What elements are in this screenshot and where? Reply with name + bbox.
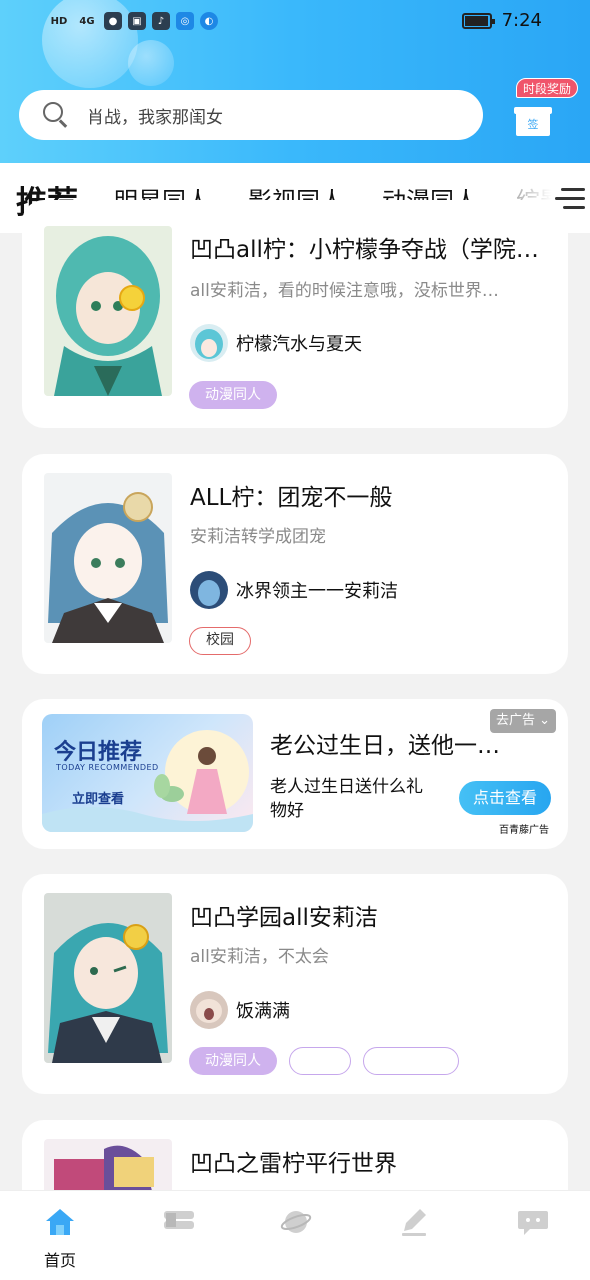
search-icon xyxy=(43,102,69,128)
chevron-down-icon: ⌄ xyxy=(539,713,551,728)
browser-icon: ◐ xyxy=(200,12,218,30)
ad-banner[interactable]: 今日推荐 TODAY RECOMMENDED 立即查看 xyxy=(42,714,253,832)
reward-badge: 时段奖励 xyxy=(516,78,579,98)
tag[interactable]: 动漫同人 xyxy=(189,381,277,409)
story-cover xyxy=(44,473,172,643)
signal-icon: 4G xyxy=(79,15,95,27)
ad-source: 百青藤广告 xyxy=(499,825,549,836)
story-desc: 安莉洁转学成团宠 xyxy=(190,527,326,547)
story-card[interactable]: 凹凸学园all安莉洁 all安莉洁，不太会 饭满满 动漫同人 xyxy=(22,874,568,1094)
music-icon: ♪ xyxy=(152,12,170,30)
tag-list: 动漫同人 xyxy=(189,1047,459,1075)
library-icon xyxy=(164,1211,194,1229)
story-desc: all安莉洁，看的时候注意哦，没标世界… xyxy=(190,281,499,301)
avatar xyxy=(190,571,228,609)
status-bar: HD 4G ● ▣ ♪ ◎ ◐ 7:24 xyxy=(0,0,590,44)
story-card[interactable]: 凹凸all柠：小柠檬争夺战（学院… all安莉洁，看的时候注意哦，没标世界… 柠… xyxy=(22,200,568,428)
ad-banner-button: 立即查看 xyxy=(72,792,125,807)
search-bar[interactable]: 肖战，我家那闺女 xyxy=(19,90,483,140)
author[interactable]: 柠檬汽水与夏天 xyxy=(190,324,362,362)
avatar xyxy=(190,324,228,362)
story-title: ALL柠：团宠不一般 xyxy=(190,485,393,511)
tag[interactable]: 动漫同人 xyxy=(189,1047,277,1075)
clock: 7:24 xyxy=(501,10,542,31)
nav-discover[interactable] xyxy=(266,1205,326,1265)
wechat-icon: ● xyxy=(104,12,122,30)
remove-ad-label: 去广告 xyxy=(496,713,536,728)
story-desc: all安莉洁，不太会 xyxy=(190,947,329,967)
nav-write[interactable] xyxy=(384,1205,444,1265)
nav-home[interactable]: 首页 xyxy=(30,1205,90,1270)
story-cover xyxy=(44,893,172,1063)
ad-title: 老公过生日，送他一… xyxy=(270,733,500,759)
ad-cta-button[interactable]: 点击查看 xyxy=(459,781,551,815)
author[interactable]: 饭满满 xyxy=(190,991,290,1029)
app-header: HD 4G ● ▣ ♪ ◎ ◐ 7:24 肖战，我家那闺女 时段奖励 签 xyxy=(0,0,590,163)
author-name: 饭满满 xyxy=(236,1001,290,1022)
tag-list: 校园 xyxy=(189,627,251,655)
decor-bubble xyxy=(128,40,174,86)
nav-library[interactable] xyxy=(148,1205,208,1265)
nav-messages[interactable] xyxy=(502,1205,562,1265)
avatar xyxy=(190,991,228,1029)
home-icon xyxy=(46,1209,74,1235)
hd-icon: HD xyxy=(50,15,68,27)
remove-ad-button[interactable]: 去广告 ⌄ xyxy=(490,709,557,733)
tag[interactable]: 校园 xyxy=(189,627,251,655)
battery-level xyxy=(464,15,488,26)
ad-card[interactable]: 今日推荐 TODAY RECOMMENDED 立即查看 老公过生日，送他一… 老… xyxy=(22,699,568,849)
tag[interactable] xyxy=(289,1047,351,1075)
story-title: 凹凸all柠：小柠檬争夺战（学院… xyxy=(190,237,539,263)
ad-banner-subtitle: TODAY RECOMMENDED xyxy=(56,763,159,772)
search-app-icon: ◎ xyxy=(176,12,194,30)
story-title: 凹凸之雷柠平行世界 xyxy=(190,1151,397,1177)
write-icon xyxy=(402,1209,426,1236)
search-placeholder: 肖战，我家那闺女 xyxy=(87,107,223,128)
story-card[interactable]: ALL柠：团宠不一般 安莉洁转学成团宠 冰界领主一一安莉洁 校园 xyxy=(22,454,568,674)
message-icon xyxy=(518,1211,548,1235)
ad-desc: 老人过生日送什么礼物好 xyxy=(270,777,423,821)
ad-banner-title: 今日推荐 xyxy=(54,740,143,765)
planet-icon xyxy=(280,1211,312,1233)
story-cover xyxy=(44,226,172,396)
author[interactable]: 冰界领主一一安莉洁 xyxy=(190,571,398,609)
tag[interactable] xyxy=(363,1047,459,1075)
battery-icon xyxy=(461,12,495,29)
sign-in-label: 签 xyxy=(527,118,539,131)
tag-list: 动漫同人 xyxy=(189,381,277,409)
author-name: 冰界领主一一安莉洁 xyxy=(236,581,398,602)
store-icon: ▣ xyxy=(128,12,146,30)
reward-button[interactable]: 时段奖励 签 xyxy=(510,76,579,142)
gift-icon: 签 xyxy=(514,102,552,136)
story-title: 凹凸学园all安莉洁 xyxy=(190,905,378,931)
nav-home-label: 首页 xyxy=(43,1251,76,1270)
author-name: 柠檬汽水与夏天 xyxy=(236,334,362,355)
bottom-nav: 首页 xyxy=(0,1190,590,1280)
